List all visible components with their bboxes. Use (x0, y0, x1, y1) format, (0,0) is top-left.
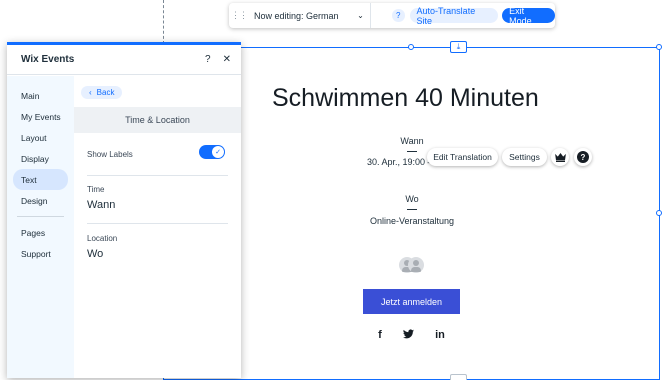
divider (87, 223, 228, 224)
check-icon: ✓ (212, 146, 224, 158)
location-field[interactable]: Wo (87, 248, 103, 260)
show-labels-label: Show Labels (87, 150, 133, 159)
section-title: Time & Location (74, 107, 241, 133)
event-location: Online-Veranstaltung (369, 216, 455, 226)
nav-item-main[interactable]: Main (13, 85, 68, 106)
nav-item-display[interactable]: Display (13, 148, 68, 169)
help-icon: ? (577, 151, 589, 163)
chevron-down-icon: ⌄ (357, 11, 364, 20)
rsvp-button[interactable]: Jetzt anmelden (363, 289, 460, 314)
twitter-icon[interactable] (401, 329, 415, 342)
divider (87, 175, 228, 176)
guide-line (163, 0, 164, 44)
time-field[interactable]: Wann (87, 199, 115, 211)
settings-button[interactable]: Settings (502, 148, 547, 166)
nav-divider (17, 216, 64, 217)
time-field-label: Time (87, 185, 105, 194)
panel-title: Wix Events (21, 54, 75, 65)
panel-nav: Main My Events Layout Display Text Desig… (7, 76, 74, 378)
guest-avatars (399, 257, 425, 273)
bottom-tab-handle[interactable] (450, 374, 467, 380)
show-labels-toggle[interactable]: ✓ (199, 145, 225, 159)
nav-item-design[interactable]: Design (13, 190, 68, 211)
auto-translate-button[interactable]: Auto-Translate Site (409, 6, 499, 26)
time-label: Wann (400, 136, 424, 146)
drag-handle-icon[interactable]: ⋮⋮ (231, 3, 248, 28)
resize-handle-top[interactable] (408, 44, 414, 50)
location-divider (407, 209, 417, 210)
panel-help-button[interactable]: ? (205, 54, 211, 65)
nav-item-my-events[interactable]: My Events (13, 106, 68, 127)
crown-icon[interactable] (551, 148, 569, 166)
avatar (408, 257, 424, 273)
edit-translation-button[interactable]: Edit Translation (427, 148, 498, 166)
event-title: Schwimmen 40 Minuten (272, 84, 539, 112)
facebook-icon[interactable]: f (373, 329, 387, 341)
resize-handle-right[interactable] (656, 210, 662, 216)
toolbar-help-button[interactable]: ? (391, 9, 405, 22)
location-field-label: Location (87, 234, 118, 243)
language-select[interactable]: Now editing: German ⌄ (246, 3, 371, 28)
linkedin-icon[interactable]: in (433, 329, 447, 341)
help-button[interactable]: ? (574, 148, 592, 166)
chevron-left-icon: ‹ (89, 88, 92, 97)
panel-header: Wix Events ? ✕ (7, 45, 241, 75)
exit-mode-button[interactable]: Exit Mode (502, 6, 555, 26)
event-date: 30. Apr., 19:00 – (367, 157, 433, 167)
download-icon[interactable]: ⤓ (450, 41, 467, 53)
back-button[interactable]: ‹ Back (81, 86, 123, 99)
translation-toolbar: ⋮⋮ Now editing: German ⌄ ? Auto-Translat… (229, 3, 555, 28)
nav-item-support[interactable]: Support (13, 243, 68, 264)
time-divider (407, 151, 417, 152)
close-icon[interactable]: ✕ (223, 54, 231, 65)
nav-item-pages[interactable]: Pages (13, 222, 68, 243)
nav-item-text[interactable]: Text (13, 169, 68, 190)
panel-content: ‹ Back Time & Location Show Labels ✓ Tim… (74, 76, 241, 378)
editor-stage: ⋮⋮ Now editing: German ⌄ ? Auto-Translat… (0, 0, 669, 380)
back-label: Back (96, 88, 115, 97)
location-label: Wo (405, 194, 419, 204)
wix-events-panel: Wix Events ? ✕ Main My Events Layout Dis… (7, 42, 241, 378)
nav-item-layout[interactable]: Layout (13, 127, 68, 148)
resize-handle-top-right[interactable] (656, 44, 662, 50)
language-select-label: Now editing: German (254, 10, 339, 21)
